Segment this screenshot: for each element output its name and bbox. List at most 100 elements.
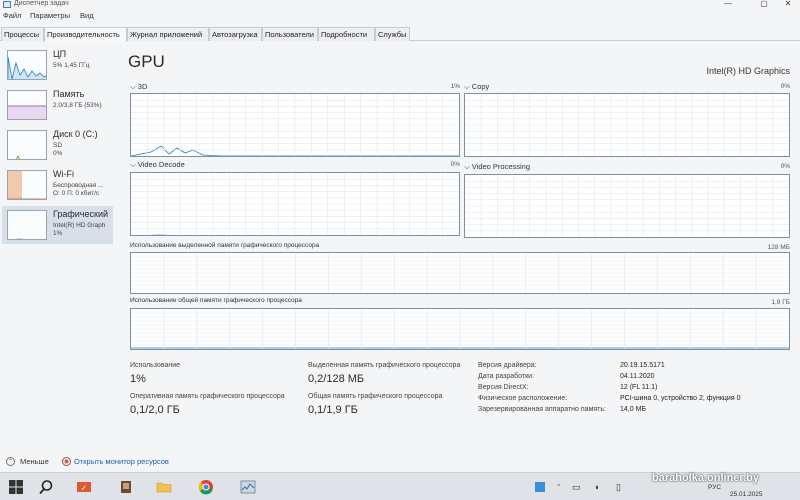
task-view-icon[interactable]: ✓ [76, 479, 92, 495]
tab-startup[interactable]: Автозагрузка [209, 27, 262, 41]
shared-memory-label: Использование общей памяти графического … [130, 297, 302, 304]
graph-video-decode [130, 172, 460, 236]
close-button[interactable]: ✕ [776, 0, 800, 9]
gpu-thumbnail [7, 210, 47, 240]
sidebar-item-disk[interactable]: Диск 0 (C:) SD 0% [2, 126, 113, 164]
sidebar-item-detail: 1% [53, 230, 63, 237]
engine-selector-video-processing[interactable]: ⌵ Video Processing [464, 162, 530, 172]
maximize-button[interactable]: ▢ [752, 0, 776, 9]
graph-grid [131, 309, 789, 349]
engine-selector-copy[interactable]: ⌵ Copy [464, 82, 489, 92]
tab-users[interactable]: Пользователи [262, 27, 318, 41]
driver-date-label: Дата разработки: [478, 373, 535, 380]
dedicated-stat-label: Выделенная память графического процессор… [308, 362, 461, 369]
sidebar-item-wifi[interactable]: Wi-Fi Беспроводная ... О: 0 П: 0 кбит/с [2, 166, 113, 204]
task-manager-window: Диспетчер задач — ▢ ✕ Файл Параметры Вид… [0, 0, 800, 472]
performance-sidebar: ЦП 5% 1,45 ГГц Память 2,0/3,8 ГБ (53%) Д… [0, 42, 115, 452]
sidebar-item-label: Графический [53, 209, 108, 219]
disk-thumb-line [16, 155, 20, 159]
volume-icon[interactable]: ◖ [594, 482, 599, 492]
resource-monitor-icon: ◉ [62, 457, 71, 466]
sidebar-item-detail: Intel(R) HD Graph [53, 222, 106, 229]
wifi-thumb-graph [8, 171, 46, 199]
dedicated-memory-label: Использование выделенной памяти графичес… [130, 242, 320, 249]
page-title: GPU [128, 52, 165, 71]
graph-shared-memory [130, 308, 790, 350]
sidebar-item-detail: SD [53, 142, 63, 149]
tab-details[interactable]: Подробности [318, 27, 375, 41]
folder-icon[interactable] [156, 479, 172, 495]
title-bar: Диспетчер задач — ▢ ✕ [0, 0, 800, 10]
cpu-thumb-graph [8, 56, 46, 79]
sidebar-item-label: Диск 0 (C:) [53, 129, 98, 139]
reserved-memory-label: Зарезервированная аппаратно память: [478, 406, 606, 413]
network-icon[interactable]: ▭ [572, 482, 581, 493]
directx-version-value: 12 (FL 11.1) [620, 384, 658, 391]
clock-date[interactable]: 25.01.2025 [730, 491, 763, 498]
engine-selector-3d[interactable]: ⌵ 3D [130, 82, 147, 92]
wifi-thumbnail [7, 170, 47, 200]
tab-services[interactable]: Службы [375, 27, 410, 41]
game-app-icon[interactable] [118, 479, 134, 495]
directx-version-label: Версия DirectX: [478, 384, 529, 391]
tab-app-history[interactable]: Журнал приложений [127, 27, 209, 41]
gpu-thumb-line [15, 238, 24, 239]
disk-thumb-graph [16, 155, 20, 159]
resource-monitor-link[interactable]: Открыть монитор ресурсов [74, 457, 169, 466]
sidebar-item-detail: 2,0/3,8 ГБ (53%) [53, 102, 102, 109]
wifi-thumb-fill [8, 171, 22, 199]
chrome-icon[interactable] [198, 479, 214, 495]
sidebar-item-memory[interactable]: Память 2,0/3,8 ГБ (53%) [2, 86, 113, 124]
memory-thumbnail [7, 90, 47, 120]
sidebar-item-label: Память [53, 89, 85, 99]
engine-label: Video Decode [137, 160, 185, 169]
fewer-details-link[interactable]: Меньше [20, 457, 49, 466]
graph-video-processing [464, 174, 790, 238]
tab-performance[interactable]: Производительность [44, 27, 127, 42]
watermark-text: baraholka.onliner.by [652, 472, 759, 484]
tab-bar: Процессы Производительность Журнал прило… [0, 27, 800, 42]
graph-copy [464, 93, 790, 157]
tab-processes[interactable]: Процессы [1, 27, 44, 41]
tray-app-icon[interactable] [534, 481, 546, 493]
physical-location-label: Физическое расположение: [478, 395, 568, 402]
sidebar-item-detail: О: 0 П: 0 кбит/с [53, 190, 100, 197]
sidebar-item-cpu[interactable]: ЦП 5% 1,45 ГГц [2, 46, 113, 84]
graph-grid [131, 173, 459, 235]
task-manager-taskbar-icon[interactable] [240, 479, 256, 495]
menu-view[interactable]: Вид [80, 11, 94, 20]
gpu-thumb-graph [15, 238, 24, 239]
usage-label: Использование [130, 362, 181, 369]
graph-grid [465, 94, 789, 156]
sidebar-item-detail: Беспроводная ... [53, 182, 104, 189]
gpu-model-name: Intel(R) HD Graphics [706, 66, 790, 76]
engine-label: Copy [471, 82, 490, 91]
search-icon[interactable] [38, 479, 54, 495]
minimize-button[interactable]: — [716, 0, 740, 9]
shared-memory-max: 1,9 ГБ [771, 299, 790, 306]
graph-3d [130, 93, 460, 157]
memory-thumb-graph [8, 105, 46, 119]
dedicated-stat-value: 0,2/128 МБ [308, 373, 365, 385]
chevron-up-icon[interactable]: ⌃ [6, 457, 15, 466]
menu-options[interactable]: Параметры [30, 11, 70, 20]
graph-video-decode-series [148, 234, 170, 235]
graph-grid [131, 94, 459, 156]
engine-label: Video Processing [471, 162, 531, 171]
menu-file[interactable]: Файл [3, 11, 21, 20]
sidebar-item-gpu[interactable]: Графический Intel(R) HD Graph 1% [2, 206, 113, 244]
svg-text:✓: ✓ [81, 484, 88, 493]
footer-bar: ⌃ Меньше ◉ Открыть монитор ресурсов [0, 452, 800, 472]
engine-label: 3D [137, 82, 148, 91]
battery-icon[interactable]: ▯ [616, 482, 621, 493]
tray-chevron-icon[interactable]: ⌃ [556, 483, 561, 491]
gpu-panel: GPU Intel(R) HD Graphics ⌵ 3D 1% ⌵ Copy … [118, 42, 798, 452]
engine-selector-video-decode[interactable]: ⌵ Video Decode [130, 160, 185, 170]
engine-percent: 0% [780, 83, 790, 90]
usage-value: 1% [130, 373, 146, 385]
windows-start-icon[interactable] [8, 479, 24, 495]
task-manager-icon [3, 1, 11, 8]
cpu-thumb-line [8, 56, 46, 79]
input-language[interactable]: РУС [708, 484, 721, 491]
graph-dedicated-memory [130, 252, 790, 294]
